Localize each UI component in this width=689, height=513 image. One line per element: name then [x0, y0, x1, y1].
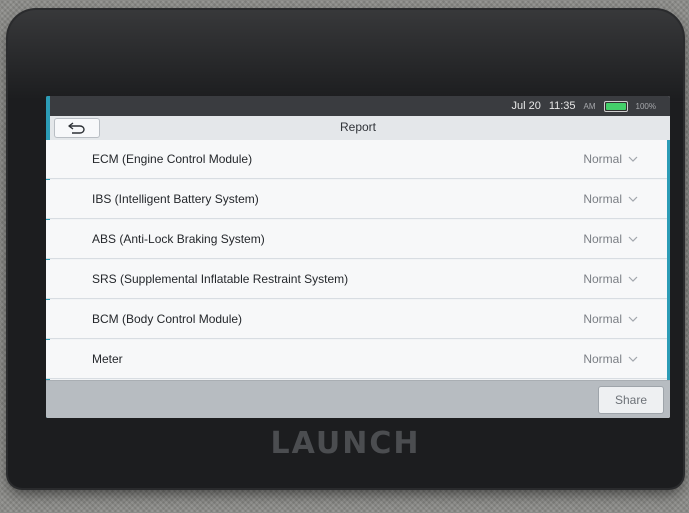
battery-percent: 100% — [635, 101, 656, 111]
status-time: 11:35 — [548, 100, 576, 112]
report-footer: Share — [46, 380, 670, 418]
status-value: Normal — [583, 272, 622, 286]
status-value: Normal — [583, 192, 622, 206]
chevron-down-icon — [628, 236, 638, 242]
chevron-down-icon — [628, 276, 638, 282]
status-date: Jul 20 — [511, 100, 541, 112]
accent-strip-right — [667, 140, 670, 380]
list-item[interactable]: BCM (Body Control Module) Normal — [46, 300, 670, 339]
list-item[interactable]: ABS (Anti-Lock Braking System) Normal — [46, 220, 670, 259]
module-status-dropdown[interactable]: Normal — [583, 192, 638, 206]
status-right: Jul 20 11:35 AM 100% — [511, 99, 656, 113]
list-item[interactable]: SRS (Supplemental Inflatable Restraint S… — [46, 260, 670, 299]
scan-tool-device: LAUNCH Jul 20 11:35 AM 100% Report ECM (… — [8, 10, 683, 488]
status-value: Normal — [583, 152, 622, 166]
battery-icon — [603, 100, 628, 112]
status-bar: Jul 20 11:35 AM 100% — [46, 96, 670, 116]
status-ampm: AM — [583, 101, 596, 111]
chevron-down-icon — [628, 156, 638, 162]
list-item[interactable]: IBS (Intelligent Battery System) Normal — [46, 180, 670, 219]
list-item[interactable]: Meter Normal — [46, 340, 670, 379]
report-header: Report — [46, 116, 670, 141]
module-label: ECM (Engine Control Module) — [92, 152, 253, 166]
chevron-down-icon — [628, 356, 638, 362]
module-status-dropdown[interactable]: Normal — [583, 272, 638, 286]
module-label: ABS (Anti-Lock Braking System) — [92, 232, 265, 246]
module-status-dropdown[interactable]: Normal — [583, 152, 638, 166]
module-label: SRS (Supplemental Inflatable Restraint S… — [92, 272, 349, 286]
list-item[interactable]: ECM (Engine Control Module) Normal — [46, 140, 670, 179]
status-value: Normal — [583, 232, 622, 246]
device-brand-logo: LAUNCH — [270, 426, 421, 461]
device-screen: Jul 20 11:35 AM 100% Report ECM (Engine … — [46, 96, 670, 418]
module-status-dropdown[interactable]: Normal — [583, 312, 638, 326]
page-title: Report — [339, 120, 377, 134]
module-label: BCM (Body Control Module) — [92, 312, 243, 326]
module-label: IBS (Intelligent Battery System) — [92, 192, 259, 206]
battery-fill — [605, 102, 626, 110]
chevron-down-icon — [628, 196, 638, 202]
module-label: Meter — [92, 352, 123, 366]
chevron-down-icon — [628, 316, 638, 322]
module-status-dropdown[interactable]: Normal — [583, 232, 638, 246]
status-value: Normal — [583, 312, 622, 326]
status-value: Normal — [583, 352, 622, 366]
share-button[interactable]: Share — [598, 386, 664, 414]
module-status-dropdown[interactable]: Normal — [583, 352, 638, 366]
